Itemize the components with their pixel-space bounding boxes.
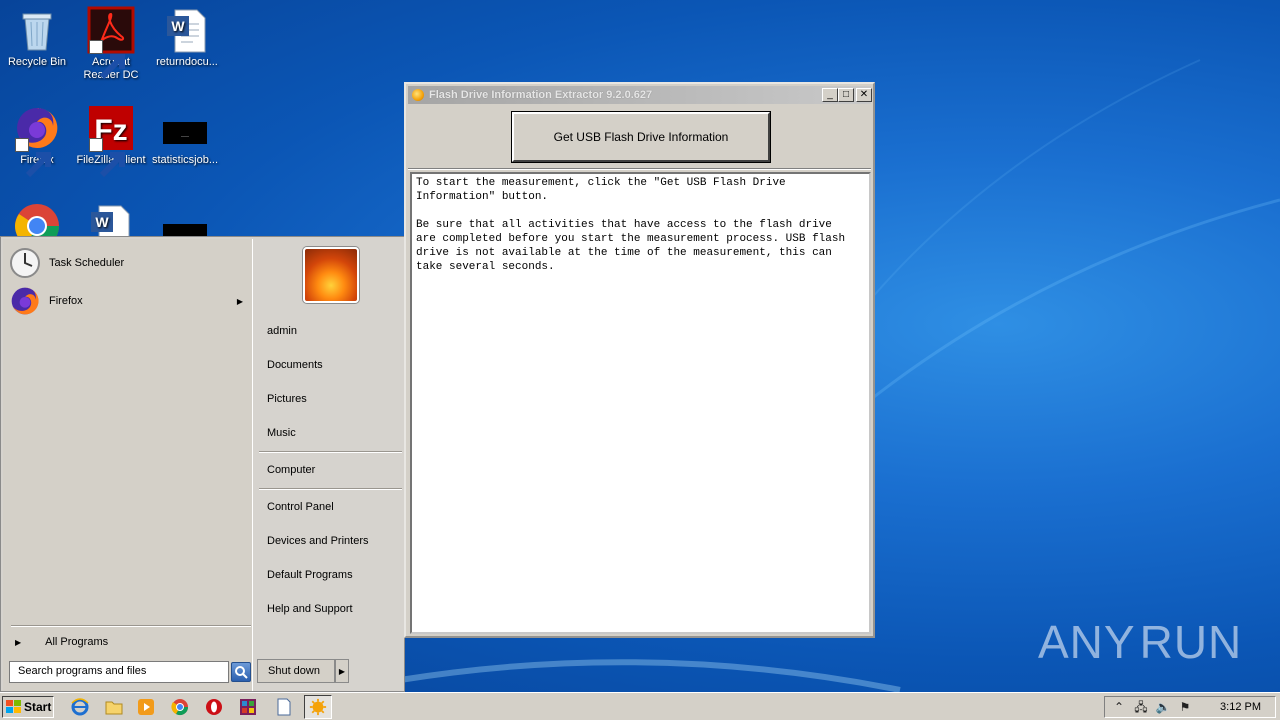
taskbar-opera[interactable] [204,697,224,717]
start-menu-link-documents[interactable]: Documents [267,359,323,371]
start-menu-item-task-scheduler[interactable]: Task Scheduler [9,245,249,281]
desktop-icon-firefox[interactable]: Firefox [0,104,74,178]
chrome-icon [171,699,189,716]
firefox-icon [11,287,39,315]
start-menu-link-control-panel[interactable]: Control Panel [267,501,334,513]
firefox-icon [13,104,61,178]
taskbar: Start ⌃ 🖧 🔈 ⚑ 3:12 PM [0,692,1280,720]
desktop-icon-label: Recycle Bin [7,56,67,68]
search-button[interactable] [231,662,251,682]
submenu-arrow-icon[interactable]: ▶ [237,297,243,306]
start-menu-item-firefox[interactable]: Firefox ▶ [9,283,249,319]
shutdown-button[interactable]: Shut down [257,659,335,683]
windows-logo-icon [6,700,21,713]
taskbar-ie[interactable] [70,697,90,717]
desktop-icon-filezilla[interactable]: Fz FileZilla Client [74,104,148,178]
taskbar-chrome[interactable] [170,697,190,717]
start-label: Start [24,700,52,714]
shortcut-arrow-icon [89,40,125,80]
system-tray: ⌃ 🖧 🔈 ⚑ 3:12 PM [1104,696,1276,718]
show-hidden-icons-icon[interactable]: ⌃ [1111,699,1127,715]
svg-text:W: W [171,18,185,34]
taskbar-notepad[interactable] [274,697,294,717]
start-menu-programs-pane: Task Scheduler Firefox ▶ ▶ All Programs … [3,239,253,691]
taskbar-explorer[interactable] [104,697,124,717]
expand-arrow-icon: ▶ [15,637,22,647]
divider [259,488,402,490]
folder-icon [105,701,123,715]
info-text-area[interactable]: To start the measurement, click the "Get… [410,172,871,634]
desktop-icon-word-doc[interactable]: W returndocu... [150,6,224,69]
window-titlebar[interactable]: Flash Drive Information Extractor 9.2.0.… [408,86,872,104]
shutdown-options-button[interactable]: ▶ [335,659,349,683]
minimize-button[interactable]: _ [822,88,838,102]
start-menu-item-label: Firefox [49,295,83,307]
opera-icon [206,699,222,715]
desktop-icon-label: returndocu... [156,56,218,68]
start-menu-link-pictures[interactable]: Pictures [267,393,307,405]
shortcut-arrow-icon [89,138,125,178]
desktop-icon-recycle-bin[interactable]: Recycle Bin [0,6,74,69]
taskbar-media-player[interactable] [136,697,156,717]
filezilla-icon: Fz [87,104,135,178]
action-center-flag-icon[interactable]: ⚑ [1177,699,1193,715]
close-button[interactable]: ✕ [856,88,872,102]
volume-icon[interactable]: 🔈 [1155,699,1171,715]
all-programs-label: All Programs [45,636,109,648]
archive-icon [240,699,256,715]
acrobat-reader-icon [87,6,135,80]
get-usb-info-button[interactable]: Get USB Flash Drive Information [512,112,770,162]
black-file-icon [161,104,209,152]
start-menu-link-default-programs[interactable]: Default Programs [267,569,353,581]
network-icon[interactable]: 🖧 [1133,699,1149,715]
shortcut-arrow-icon [15,138,51,178]
divider [11,625,251,627]
start-menu-link-devices-printers[interactable]: Devices and Printers [267,535,369,547]
internet-explorer-icon [71,698,89,716]
user-avatar[interactable] [303,247,359,303]
desktop-icon-label: statisticsjob... [151,154,219,166]
clock[interactable]: 3:12 PM [1220,701,1261,713]
search-icon [235,666,248,679]
clock-icon [10,248,40,278]
start-menu-link-computer[interactable]: Computer [267,464,315,476]
divider [259,451,402,453]
recycle-bin-icon [13,6,61,54]
desktop-icon-statisticsjob[interactable]: statisticsjob... [148,104,222,167]
app-icon [309,698,327,716]
divider [408,168,871,170]
watermark-right: RUN [1139,616,1243,668]
svg-text:W: W [95,214,109,230]
start-button[interactable]: Start [2,696,54,718]
anyrun-watermark: ANY RUN [1038,608,1241,676]
taskbar-winrar[interactable] [238,697,258,717]
desktop-icon-acrobat[interactable]: Acrobat Reader DC [74,6,148,82]
taskbar-flash-drive-app[interactable] [304,695,332,719]
start-menu-link-help-support[interactable]: Help and Support [267,603,353,615]
window-title: Flash Drive Information Extractor 9.2.0.… [429,89,653,101]
start-menu-item-label: Task Scheduler [49,257,125,269]
search-input[interactable]: Search programs and files [9,661,229,683]
media-player-icon [138,699,154,715]
start-menu-link-admin[interactable]: admin [267,325,297,337]
maximize-button[interactable]: □ [838,88,854,102]
start-menu-link-music[interactable]: Music [267,427,296,439]
document-icon [277,698,291,716]
start-menu: Task Scheduler Firefox ▶ ▶ All Programs … [0,236,405,692]
flash-drive-info-window: Flash Drive Information Extractor 9.2.0.… [404,82,875,638]
watermark-left: ANY [1038,616,1136,668]
app-icon [412,89,424,101]
all-programs-button[interactable]: ▶ All Programs [11,633,249,651]
start-menu-places-pane: admin Documents Pictures Music Computer … [255,239,404,691]
word-document-icon: W [163,6,211,54]
